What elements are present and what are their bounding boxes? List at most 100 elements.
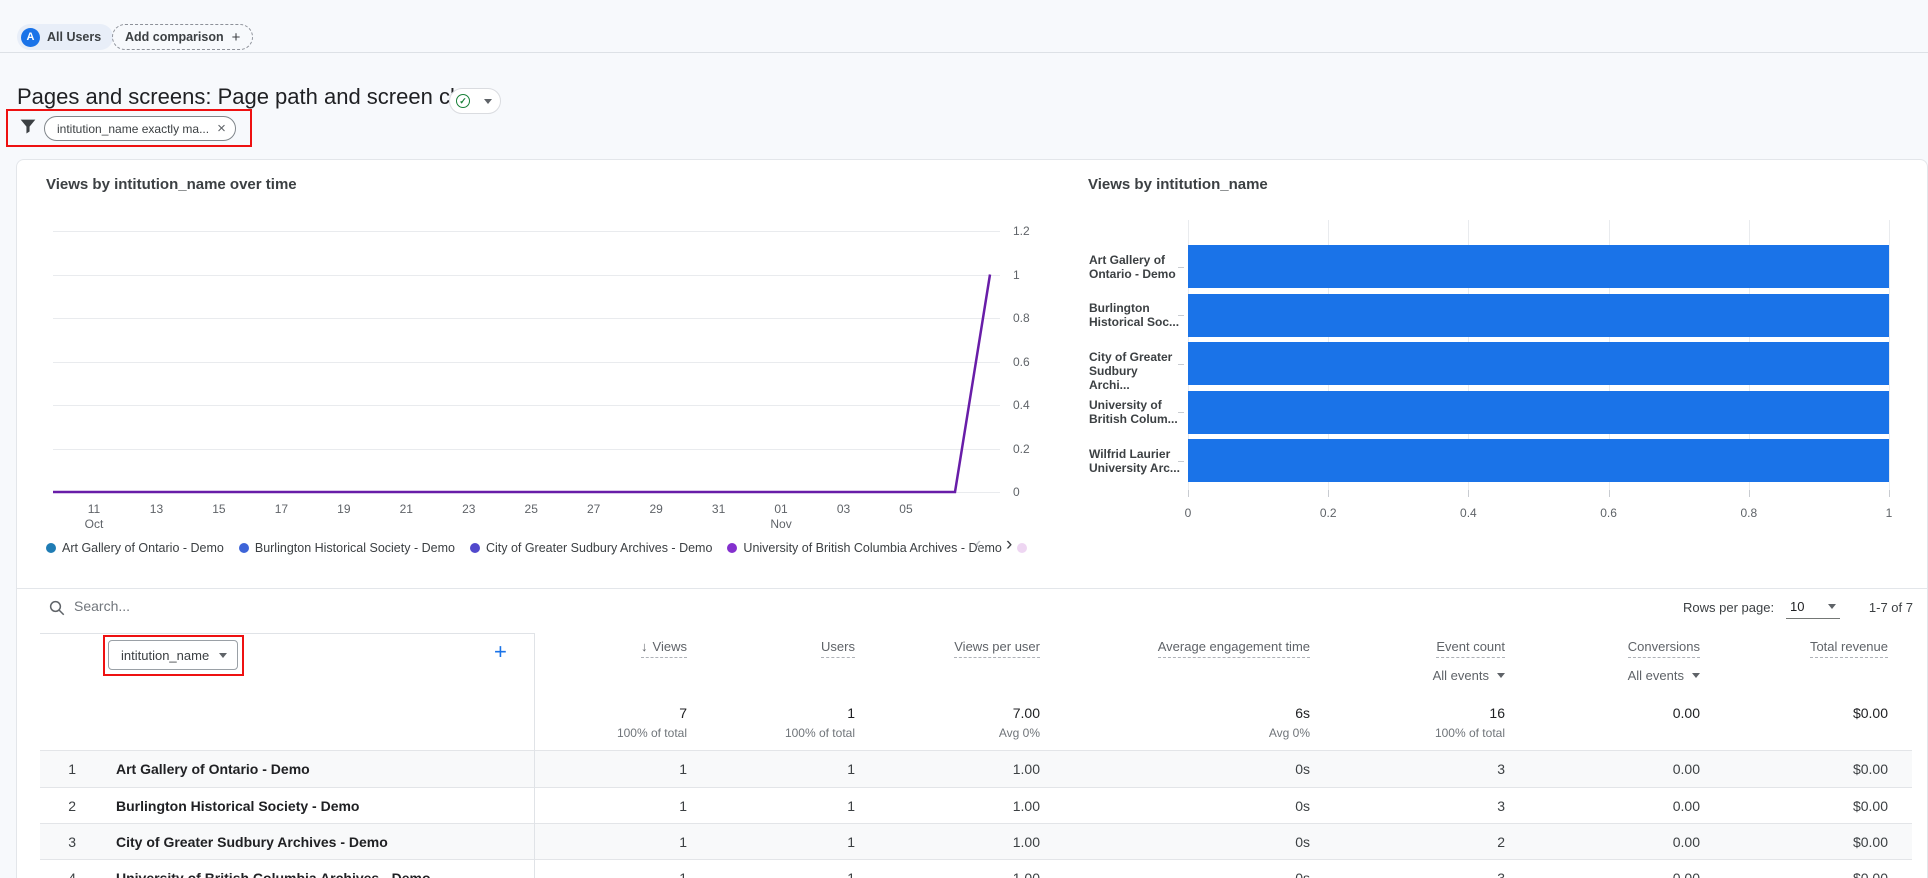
legend-item[interactable]: University of British Columbia Archives …: [727, 541, 1001, 555]
bar-views[interactable]: [1188, 294, 1889, 337]
bar-chart-x-tick: 0.4: [1448, 506, 1488, 520]
report-status-pill[interactable]: ✓: [449, 88, 501, 114]
bar-chart-title: Views by intitution_name: [1088, 176, 1268, 193]
line-chart-legend: Art Gallery of Ontario - Demo Burlington …: [46, 538, 1027, 558]
line-chart-y-tick: 1.2: [1013, 224, 1030, 238]
bar-category-label-line: University of: [1089, 398, 1181, 412]
line-chart-y-tick: 0.2: [1013, 442, 1030, 456]
line-chart-x-tick: 21: [386, 502, 426, 516]
bar-category-label-line: University Arc...: [1089, 461, 1181, 475]
bar-chart-axis-tick: [1188, 490, 1189, 497]
legend-dot-icon: [239, 543, 249, 553]
row-number: 2: [40, 788, 76, 825]
line-chart-x-tick: 17: [261, 502, 301, 516]
table-row[interactable]: 2Burlington Historical Society - Demo111…: [40, 787, 1912, 824]
line-chart-gridline: [53, 449, 1000, 450]
bar-chart-axis-tick: [1889, 490, 1890, 497]
conversions-filter-dropdown[interactable]: All events: [1440, 668, 1700, 683]
legend-item[interactable]: [1017, 543, 1027, 553]
line-chart-y-tick: 0.4: [1013, 398, 1030, 412]
legend-label: University of British Columbia Archives …: [743, 541, 1001, 555]
table-column-divider: [534, 633, 535, 878]
bar-category-label-line: Art Gallery of: [1089, 253, 1181, 267]
row-metric-total-revenue: $0.00: [1628, 860, 1888, 878]
all-users-label: All Users: [47, 30, 101, 44]
dimension-header-label: intitution_name: [121, 648, 209, 663]
line-chart-x-tick: 11: [74, 502, 114, 516]
legend-item[interactable]: City of Greater Sudbury Archives - Demo: [470, 541, 712, 555]
row-number: 3: [40, 824, 76, 861]
line-chart-x-tick-month: Nov: [761, 517, 801, 531]
section-divider: [16, 588, 1928, 589]
column-header-total-revenue[interactable]: Total revenue: [1628, 639, 1888, 658]
bar-views[interactable]: [1188, 342, 1889, 385]
bar-category-label-line: City of Greater: [1089, 350, 1181, 364]
plus-icon: +: [232, 29, 241, 46]
ga4-report-page: A All Users Add comparison + Pages and s…: [0, 0, 1928, 878]
bar-chart-x-tick: 0: [1168, 506, 1208, 520]
bar-category-label: University ofBritish Colum...: [1089, 398, 1181, 426]
row-metric-total-revenue: $0.00: [1628, 788, 1888, 825]
add-comparison-label: Add comparison: [125, 30, 224, 44]
bar-category-label-line: Sudbury Archi...: [1089, 364, 1181, 392]
add-comparison-button[interactable]: Add comparison +: [112, 24, 253, 50]
legend-next-button[interactable]: ›: [1006, 535, 1012, 555]
legend-dot-icon: [1017, 543, 1027, 553]
line-chart-x-tick: 27: [574, 502, 614, 516]
line-chart-x-tick: 03: [824, 502, 864, 516]
row-metric-total-revenue: $0.00: [1628, 751, 1888, 788]
legend-label: Burlington Historical Society - Demo: [255, 541, 455, 555]
line-chart-y-tick: 0.8: [1013, 311, 1030, 325]
bar-category-label: Wilfrid LaurierUniversity Arc...: [1089, 447, 1181, 475]
header-divider: [0, 52, 1928, 53]
bar-views[interactable]: [1188, 245, 1889, 288]
row-metric-views-per-user: 1.00: [780, 824, 1040, 861]
line-chart-x-tick: 13: [136, 502, 176, 516]
dimension-header-dropdown[interactable]: intitution_name: [108, 640, 238, 670]
bar-category-label-line: Wilfrid Laurier: [1089, 447, 1181, 461]
rows-per-page-label: Rows per page:: [1683, 600, 1774, 615]
bar-category-label: City of GreaterSudbury Archi...: [1089, 350, 1181, 392]
row-metric-views-per-user: 1.00: [780, 788, 1040, 825]
bar-category-label-line: Historical Soc...: [1089, 315, 1181, 329]
bar-chart-gridline: [1889, 220, 1890, 490]
bar-chart-x-tick: 1: [1869, 506, 1909, 520]
legend-dot-icon: [46, 543, 56, 553]
line-chart-gridline: [53, 362, 1000, 363]
legend-dot-icon: [470, 543, 480, 553]
table-row[interactable]: 1Art Gallery of Ontario - Demo111.000s30…: [40, 750, 1912, 787]
bar-axis-tick: [1178, 412, 1184, 413]
legend-label: City of Greater Sudbury Archives - Demo: [486, 541, 712, 555]
all-users-chip[interactable]: A All Users: [17, 24, 113, 50]
bar-chart-axis-tick: [1609, 490, 1610, 497]
table-row[interactable]: 3City of Greater Sudbury Archives - Demo…: [40, 823, 1912, 860]
column-header-views-per-user[interactable]: Views per user: [780, 639, 1040, 658]
rows-per-page-select[interactable]: 10: [1786, 595, 1840, 619]
line-chart-y-tick: 0: [1013, 485, 1020, 499]
legend-prev-button[interactable]: ‹: [975, 535, 981, 555]
row-number: 1: [40, 751, 76, 788]
line-chart-gridline: [53, 318, 1000, 319]
table-row[interactable]: 4University of British Columbia Archives…: [40, 859, 1912, 878]
bar-chart-axis-tick: [1749, 490, 1750, 497]
chevron-down-icon: [1828, 604, 1836, 609]
chevron-down-icon: [484, 99, 492, 104]
page-title: Pages and screens: Page path and screen …: [17, 84, 489, 110]
line-chart-x-tick: 31: [699, 502, 739, 516]
bar-chart-axis-tick: [1328, 490, 1329, 497]
row-number: 4: [40, 860, 76, 878]
search-input[interactable]: Search...: [74, 598, 130, 614]
annotation-box-filter: [6, 109, 252, 147]
line-chart-x-tick: 05: [886, 502, 926, 516]
legend-label: Art Gallery of Ontario - Demo: [62, 541, 224, 555]
legend-item[interactable]: Art Gallery of Ontario - Demo: [46, 541, 224, 555]
line-chart-gridline: [53, 405, 1000, 406]
line-chart-x-tick: 29: [636, 502, 676, 516]
bar-views[interactable]: [1188, 439, 1889, 482]
search-icon: [48, 599, 66, 617]
rows-per-page-value: 10: [1790, 599, 1804, 614]
bar-views[interactable]: [1188, 391, 1889, 434]
totals-total-revenue: $0.00: [1628, 705, 1888, 721]
check-circle-icon: ✓: [456, 94, 470, 108]
legend-item[interactable]: Burlington Historical Society - Demo: [239, 541, 455, 555]
